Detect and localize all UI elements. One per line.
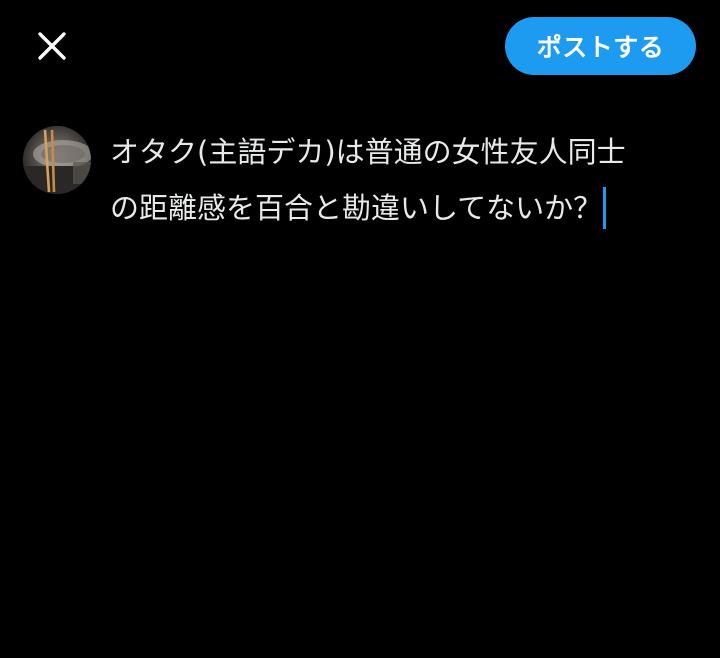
close-icon	[38, 32, 66, 60]
compose-text-line-2-content: の距離感を百合と勘違いしてないか？	[110, 191, 603, 225]
post-button[interactable]: ポストする	[505, 17, 696, 75]
avatar[interactable]	[23, 126, 91, 194]
compose-text-line-2: の距離感を百合と勘違いしてないか？	[110, 180, 700, 236]
compose-text-line-1: オタク(主語デカ)は普通の女性友人同士	[110, 135, 626, 169]
avatar-photo	[23, 126, 91, 194]
text-caret	[603, 187, 607, 229]
close-button[interactable]	[26, 20, 78, 72]
compose-text-area[interactable]: オタク(主語デカ)は普通の女性友人同士 の距離感を百合と勘違いしてないか？	[110, 124, 700, 236]
